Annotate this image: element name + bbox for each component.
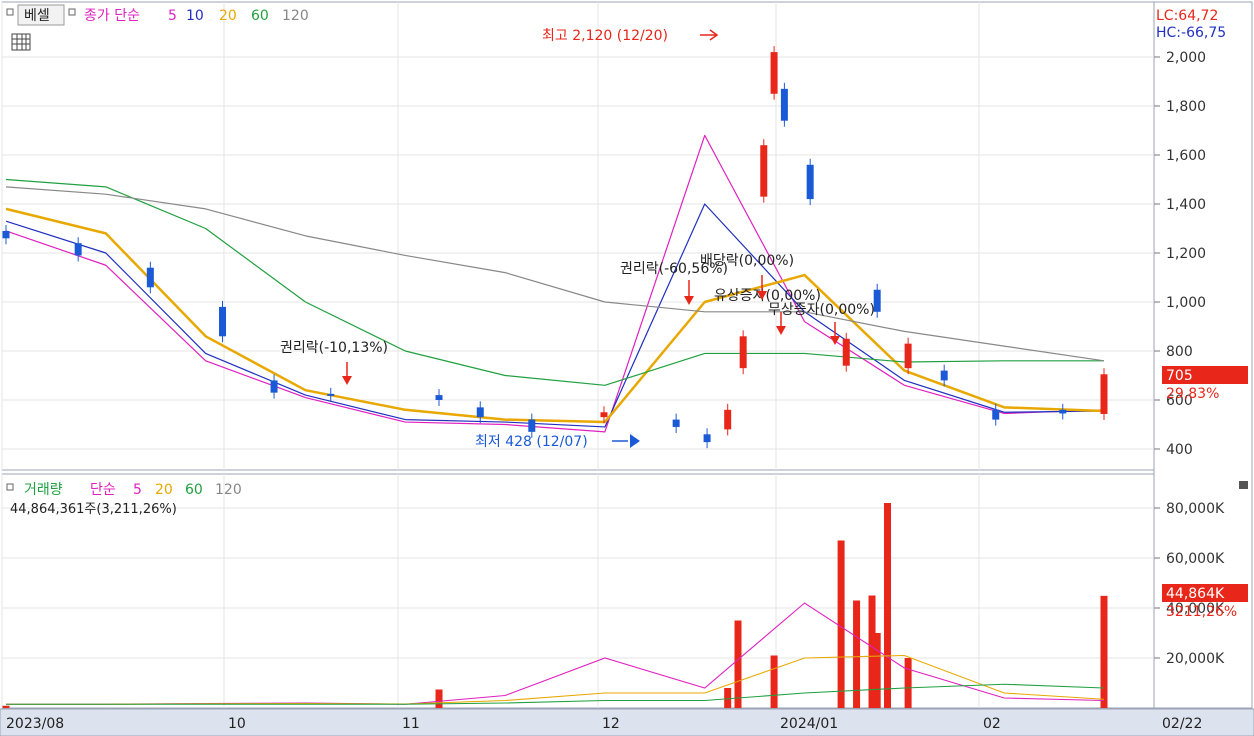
volume-bar	[837, 540, 845, 708]
volume-bar	[724, 688, 732, 708]
table-icon[interactable]	[11, 33, 31, 51]
settings-box-icon[interactable]	[68, 8, 76, 16]
volume-tick-label: 80,000K	[1166, 501, 1225, 517]
candle-body	[435, 395, 443, 400]
candle-body	[992, 409, 1000, 420]
candle-body	[940, 370, 948, 381]
stock-name: 베셀	[24, 8, 50, 24]
candle-body	[724, 409, 732, 430]
price-tick-label: 1,800	[1166, 99, 1206, 115]
event-dividend: 배당락(0,00%)	[700, 253, 794, 269]
volume-bar	[873, 633, 881, 708]
volume-bar	[853, 600, 861, 708]
candle-body	[703, 434, 711, 443]
price-tick-label: 400	[1166, 442, 1193, 458]
volume-ma-type: 단순	[90, 482, 116, 498]
collapse-icon[interactable]	[6, 8, 14, 16]
x-tick-label: 02	[983, 716, 1001, 732]
candle-body	[1059, 409, 1067, 414]
volume-collapse-icon[interactable]	[6, 483, 14, 491]
chart-canvas[interactable]: 2,0001,8001,6001,4001,2001,0008006004008…	[0, 0, 1254, 736]
price-tick-label: 1,200	[1166, 246, 1206, 262]
candle-body	[327, 393, 335, 396]
volume-tick-label: 60,000K	[1166, 551, 1225, 567]
event-bonus-issue: 무상증자(0,00%)	[768, 302, 875, 318]
volume-bar	[883, 503, 891, 708]
candle-body	[270, 380, 278, 393]
x-tick-label: 2023/08	[6, 716, 64, 732]
ma20-label: 20	[219, 8, 237, 24]
x-axis-bar	[0, 708, 1254, 736]
volume-bar	[734, 620, 742, 708]
price-tick-label: 1,600	[1166, 148, 1206, 164]
candle-body	[2, 230, 10, 239]
candle-body	[219, 306, 227, 337]
x-tick-label: 2024/01	[780, 716, 838, 732]
price-tick-label: 1,000	[1166, 295, 1206, 311]
candle-body	[904, 343, 912, 369]
high-annotation: 최고 2,120 (12/20)	[542, 28, 668, 44]
candle-body	[600, 412, 608, 418]
candle-body	[1100, 374, 1108, 414]
volume-bar	[770, 655, 778, 708]
close-icon[interactable]	[1239, 481, 1248, 489]
volume-bar	[1100, 595, 1108, 708]
price-badge-change: 29,83%	[1166, 386, 1219, 402]
candle-body	[842, 338, 850, 366]
volume-current-text: 44,864,361주(3,211,26%)	[10, 502, 177, 517]
candle-body	[739, 336, 747, 369]
volume-bar	[435, 689, 443, 708]
lc-label: LC:64,72	[1156, 8, 1218, 24]
ma5-label: 5	[168, 8, 177, 24]
volume-label: 거래량	[24, 482, 63, 498]
x-right-label: 02/22	[1162, 716, 1202, 732]
x-tick-label: 10	[228, 716, 246, 732]
hc-label: HC:-66,75	[1156, 25, 1226, 41]
ma-type-label: 종가 단순	[84, 8, 140, 24]
volume-badge-value: 44,864K	[1166, 586, 1225, 602]
candle-body	[528, 419, 536, 432]
volume-tick-label: 20,000K	[1166, 651, 1225, 667]
vol-ma20-label: 20	[155, 482, 173, 498]
candle-body	[672, 419, 680, 427]
candle-body	[770, 52, 778, 94]
x-tick-label: 12	[602, 716, 620, 732]
price-tick-label: 1,400	[1166, 197, 1206, 213]
candle-body	[74, 243, 82, 256]
volume-badge-change: 3211,26%	[1166, 604, 1237, 620]
volume-bar	[2, 705, 10, 708]
ma60-label: 60	[251, 8, 269, 24]
candle-body	[780, 88, 788, 121]
candle-body	[476, 407, 484, 418]
x-tick-label: 11	[402, 716, 420, 732]
candle-body	[760, 145, 768, 197]
ma120-label: 120	[282, 8, 309, 24]
candle-body	[146, 267, 154, 288]
event-rights-1: 권리락(-10,13%)	[280, 340, 388, 356]
vol-ma5-label: 5	[133, 482, 142, 498]
vol-ma60-label: 60	[185, 482, 203, 498]
candle-body	[806, 164, 814, 200]
vol-ma120-label: 120	[215, 482, 242, 498]
low-annotation: 최저 428 (12/07)	[475, 434, 588, 450]
stock-chart-window: 2,000 1,800 1,600 1,400 1,200 1,000 800 600 400 8…	[0, 0, 1254, 736]
price-tick-label: 2,000	[1166, 50, 1206, 66]
ma10-label: 10	[186, 8, 204, 24]
price-badge-value: 705	[1166, 368, 1193, 384]
price-tick-label: 800	[1166, 344, 1193, 360]
volume-bar	[904, 658, 912, 708]
